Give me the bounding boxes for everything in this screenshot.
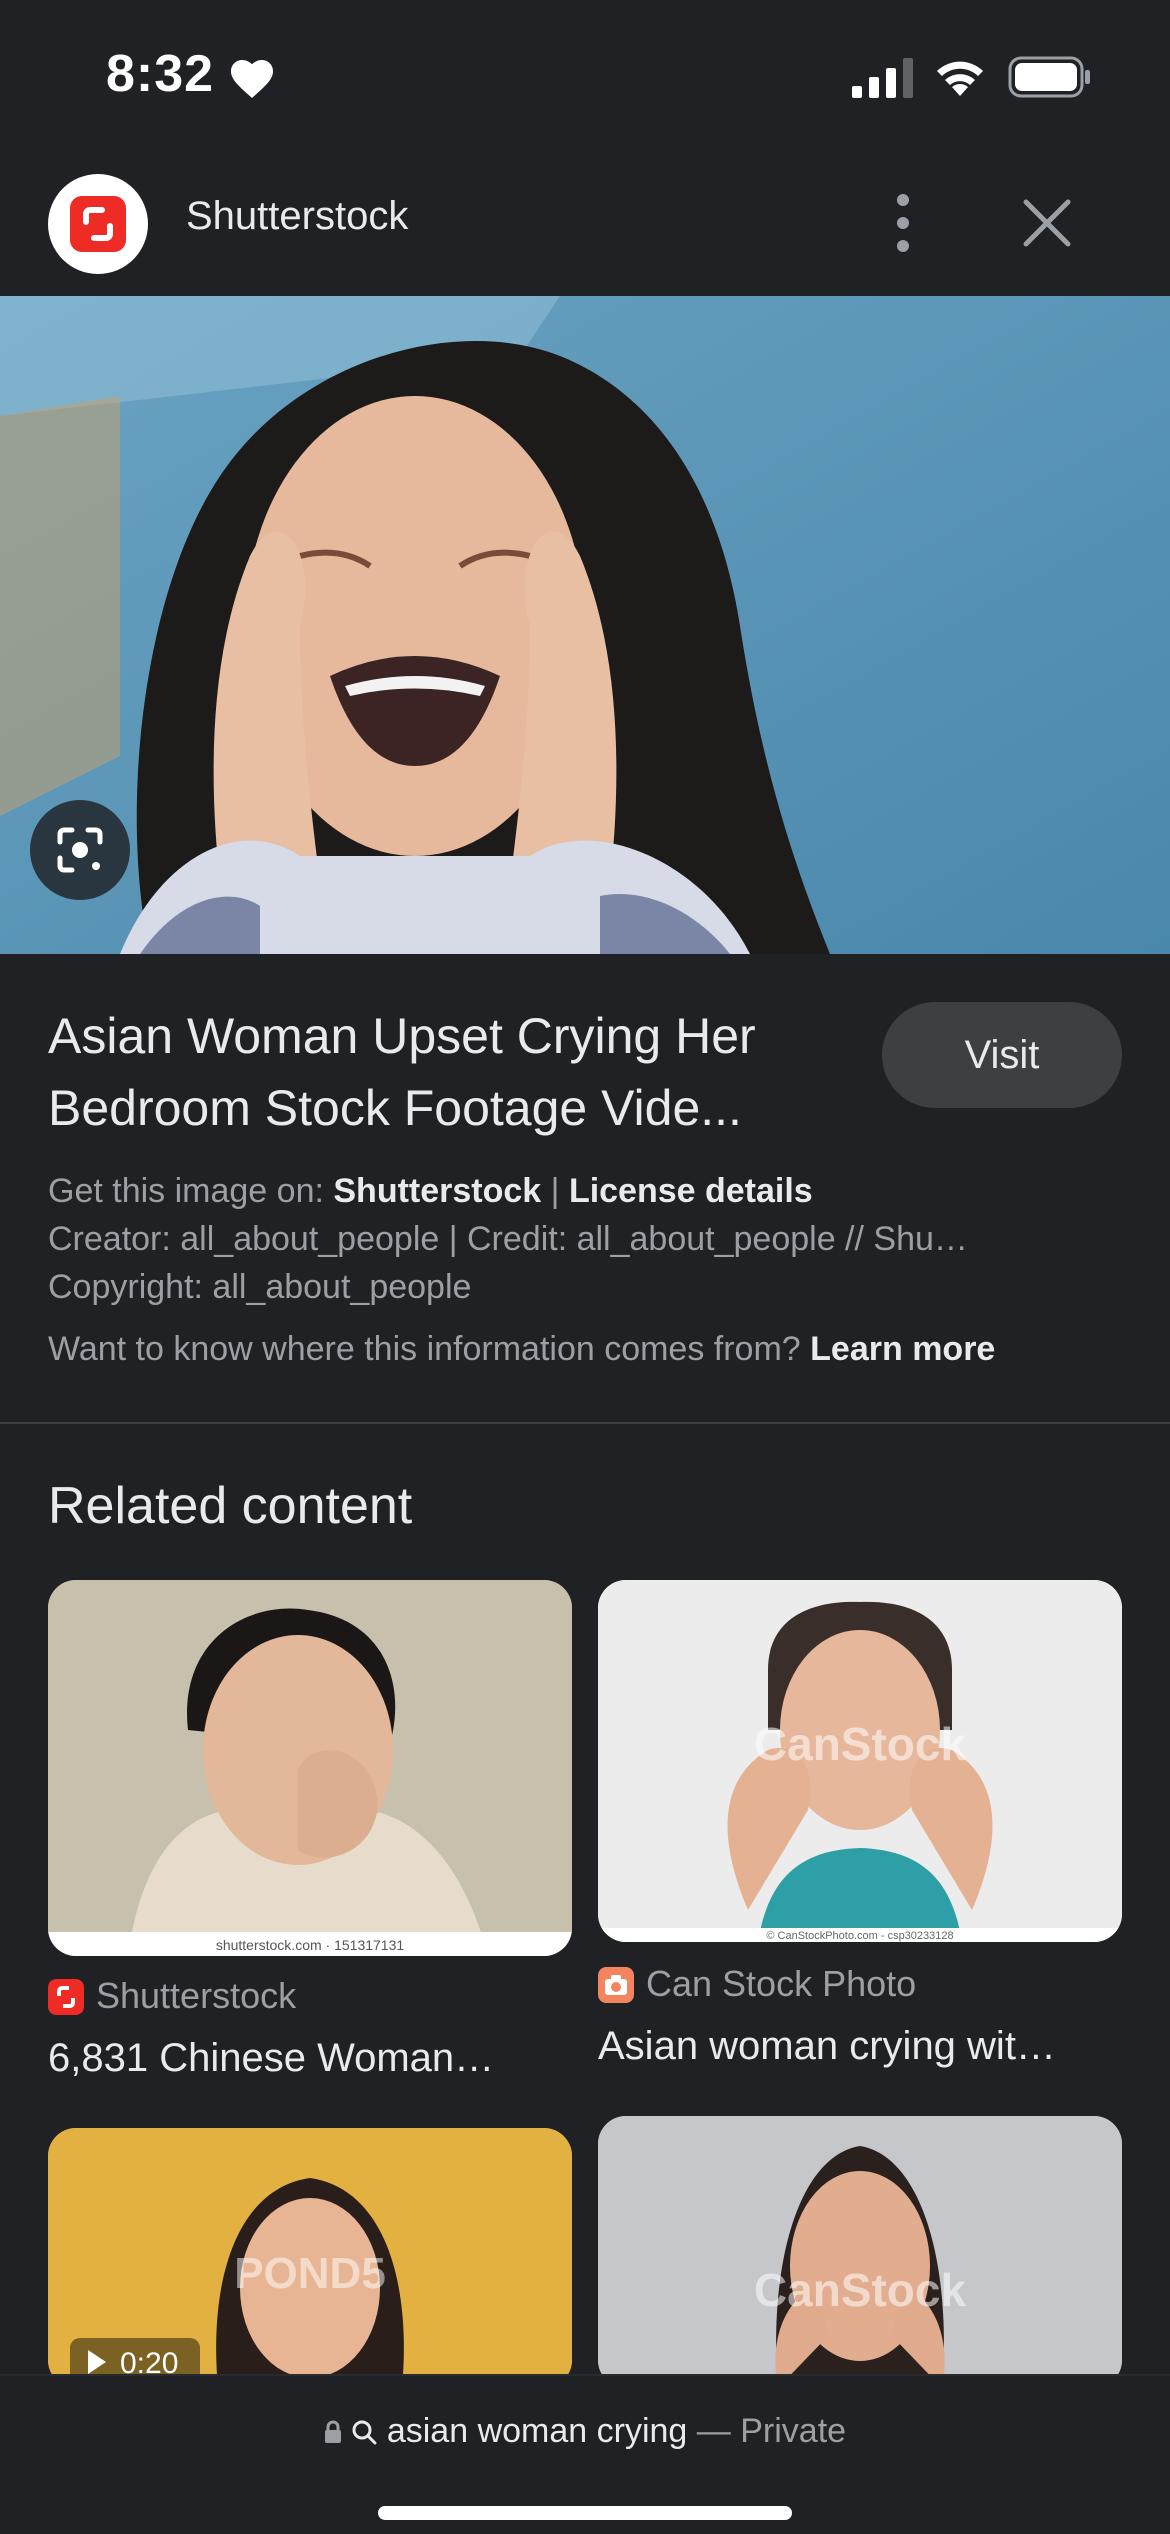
bottom-url-bar[interactable]: asian woman crying — Private <box>0 2374 1170 2534</box>
card-watermark-footer: © CanStockPhoto.com - csp30233128 <box>766 1930 953 1942</box>
status-time: 8:32 <box>106 45 215 103</box>
shutterstock-source-icon <box>48 1979 84 2015</box>
heart-icon <box>231 60 273 98</box>
creator-line: Creator: all_about_people | Credit: all_… <box>48 1220 968 1258</box>
search-icon <box>352 2420 377 2445</box>
canstock-source-icon <box>598 1967 634 2003</box>
search-query-display[interactable]: asian woman crying — Private <box>0 2412 1170 2451</box>
close-icon[interactable] <box>1016 192 1078 254</box>
image-viewer-header: Shutterstock <box>0 150 1170 296</box>
related-content-heading: Related content <box>48 1477 413 1535</box>
related-card-video[interactable]: POND5 0:20 <box>48 2128 572 2388</box>
google-lens-button[interactable] <box>30 800 130 900</box>
signal-icon <box>852 58 913 98</box>
status-bar: 8:32 <box>0 0 1170 150</box>
shutterstock-logo[interactable] <box>48 174 148 274</box>
search-query: asian woman crying <box>386 2412 688 2450</box>
result-title[interactable]: Asian Woman Upset Crying Her Bedroom Sto… <box>48 1000 868 1144</box>
battery-icon <box>1008 56 1090 98</box>
wifi-icon <box>937 61 983 96</box>
related-card-image[interactable]: shutterstock.com · 151317131 <box>48 1580 572 1956</box>
visit-button[interactable]: Visit <box>882 1002 1122 1108</box>
license-details-link[interactable]: License details <box>569 1172 813 1210</box>
card-source[interactable]: Shutterstock <box>96 1975 296 2017</box>
learn-more-link[interactable]: Learn more <box>810 1330 995 1368</box>
source-link[interactable]: Shutterstock <box>333 1172 541 1210</box>
home-indicator[interactable] <box>378 2506 792 2520</box>
copyright-line: Copyright: all_about_people <box>48 1268 472 1306</box>
lock-icon <box>324 2420 341 2443</box>
card-watermark: POND5 <box>234 2249 386 2298</box>
card-watermark: shutterstock.com · 151317131 <box>216 1937 405 1953</box>
related-card-image[interactable]: CanStock © CanStockPhoto.com - csp302331… <box>598 1580 1122 1942</box>
card-caption[interactable]: 6,831 Chinese Woman… <box>48 2036 494 2081</box>
preview-image[interactable] <box>0 296 1170 954</box>
related-card-image[interactable]: CanStock <box>598 2116 1122 2388</box>
card-watermark: CanStock <box>754 2264 967 2316</box>
card-source[interactable]: Can Stock Photo <box>646 1963 916 2005</box>
info-line: Want to know where this information come… <box>48 1330 996 1368</box>
private-label: — Private <box>696 2412 847 2450</box>
more-vert-icon[interactable] <box>880 190 926 256</box>
card-caption[interactable]: Asian woman crying wit… <box>598 2024 1056 2069</box>
google-lens-icon <box>57 827 103 873</box>
divider <box>0 1422 1170 1424</box>
card-watermark: CanStock <box>754 1718 967 1770</box>
site-name[interactable]: Shutterstock <box>186 194 408 239</box>
source-line: Get this image on: Shutterstock | Licens… <box>48 1172 813 1210</box>
